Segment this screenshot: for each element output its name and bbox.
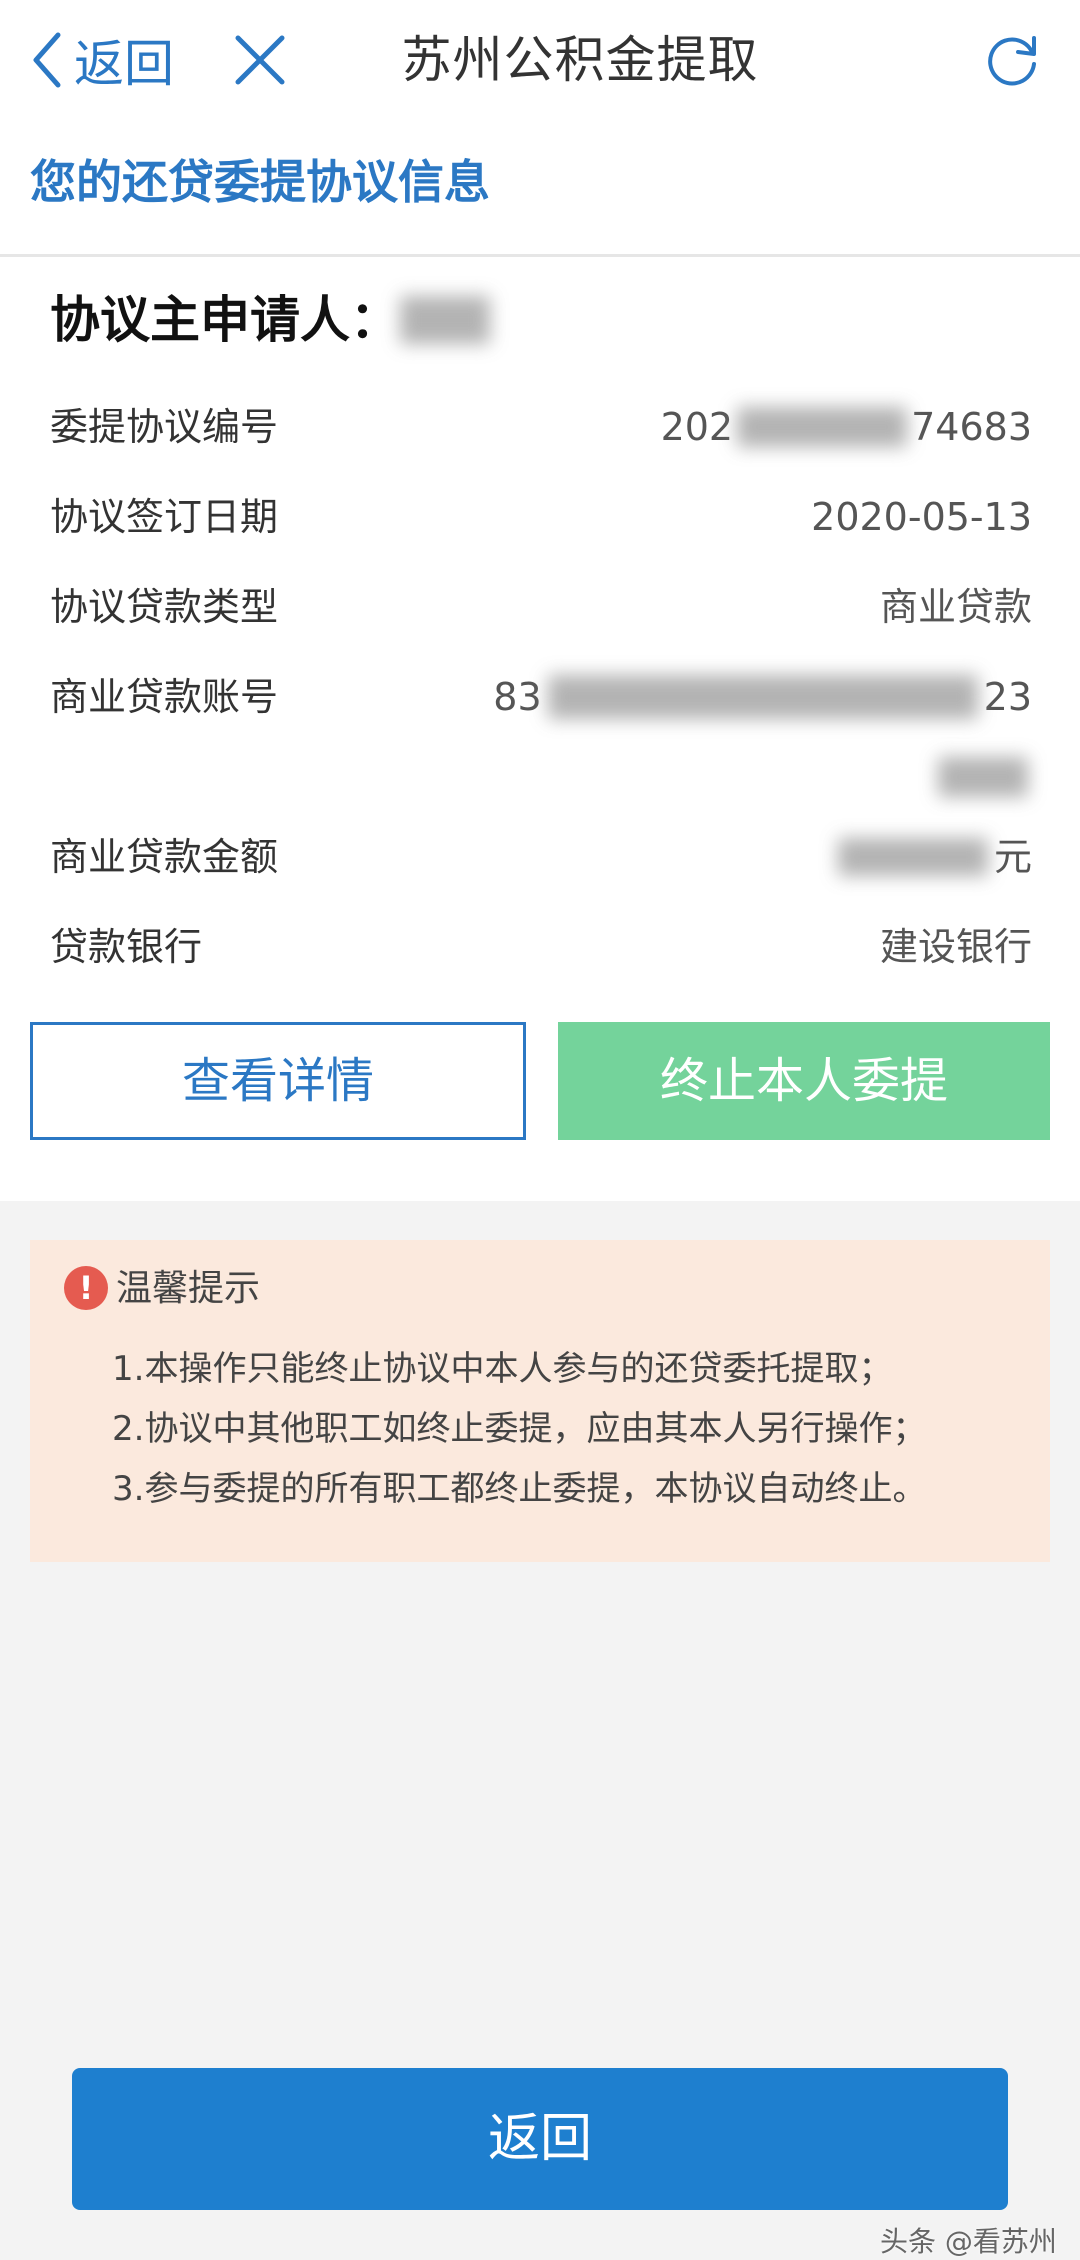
section-header: 您的还贷委提协议信息 [0,118,1080,257]
sign-date-row: 协议签订日期 2020-05-13 [50,487,1032,547]
notice-line: 2.协议中其他职工如终止委提，应由其本人另行操作； [112,1409,927,1449]
applicant-heading: 协议主申请人： [50,285,490,355]
row-label: 协议签订日期 [50,495,279,539]
row-label: 委提协议编号 [50,405,279,449]
row-label: 贷款银行 [50,925,203,969]
refresh-icon[interactable] [982,30,1042,90]
page-title: 苏州公积金提取 [401,31,759,89]
row-label: 商业贷款金额 [50,835,279,879]
view-details-button[interactable]: 查看详情 [30,1022,526,1140]
redacted-account-continuation [938,757,1028,797]
redacted-digits [547,675,978,719]
row-label: 商业贷款账号 [50,675,279,719]
return-button[interactable]: 返回 [72,2068,1008,2210]
loan-amount-value: 元 [837,827,1032,887]
top-nav-bar: 返回 苏州公积金提取 [0,0,1080,118]
loan-type-row: 协议贷款类型 商业贷款 [50,577,1032,637]
applicant-label: 协议主申请人： [50,291,400,349]
lender-bank-value: 建设银行 [879,925,1032,969]
notice-box: ! 温馨提示 1.本操作只能终止协议中本人参与的还贷委托提取； 2.协议中其他职… [30,1240,1050,1562]
loan-account-row: 商业贷款账号 83 23 [50,667,1032,727]
agreement-number-row: 委提协议编号 202 74683 [50,397,1032,457]
notice-title: 温馨提示 [116,1268,261,1309]
notice-line: 1.本操作只能终止协议中本人参与的还贷委托提取； [112,1349,893,1389]
value-start: 202 [660,405,734,449]
terminate-withdrawal-button[interactable]: 终止本人委提 [558,1022,1050,1140]
loan-amount-row: 商业贷款金额 元 [50,827,1032,887]
redacted-applicant-name [400,296,490,344]
redacted-amount [837,838,988,876]
redacted-digits [737,407,908,447]
exclamation-icon: ! [64,1266,108,1310]
back-button[interactable]: 返回 [28,28,174,93]
back-label: 返回 [74,35,174,93]
value-end: 74683 [911,405,1032,449]
agreement-card: 协议主申请人： 委提协议编号 202 74683 协议签订日期 2020-05-… [0,257,1080,1201]
lender-bank-row: 贷款银行 建设银行 [50,917,1032,977]
value-end: 23 [983,675,1032,719]
section-title: 您的还贷委提协议信息 [30,155,490,209]
loan-account-value: 83 23 [493,667,1032,727]
loan-type-value: 商业贷款 [879,585,1032,629]
currency-unit: 元 [993,835,1032,879]
value-start: 83 [493,675,542,719]
agreement-number-value: 202 74683 [661,397,1032,457]
chevron-left-icon [33,32,61,88]
sign-date-value: 2020-05-13 [811,495,1032,539]
notice-line: 3.参与委提的所有职工都终止委提，本协议自动终止。 [112,1469,927,1509]
watermark: 头条 @看苏州 [880,2225,1057,2258]
close-icon[interactable] [232,32,288,88]
row-label: 协议贷款类型 [50,585,279,629]
